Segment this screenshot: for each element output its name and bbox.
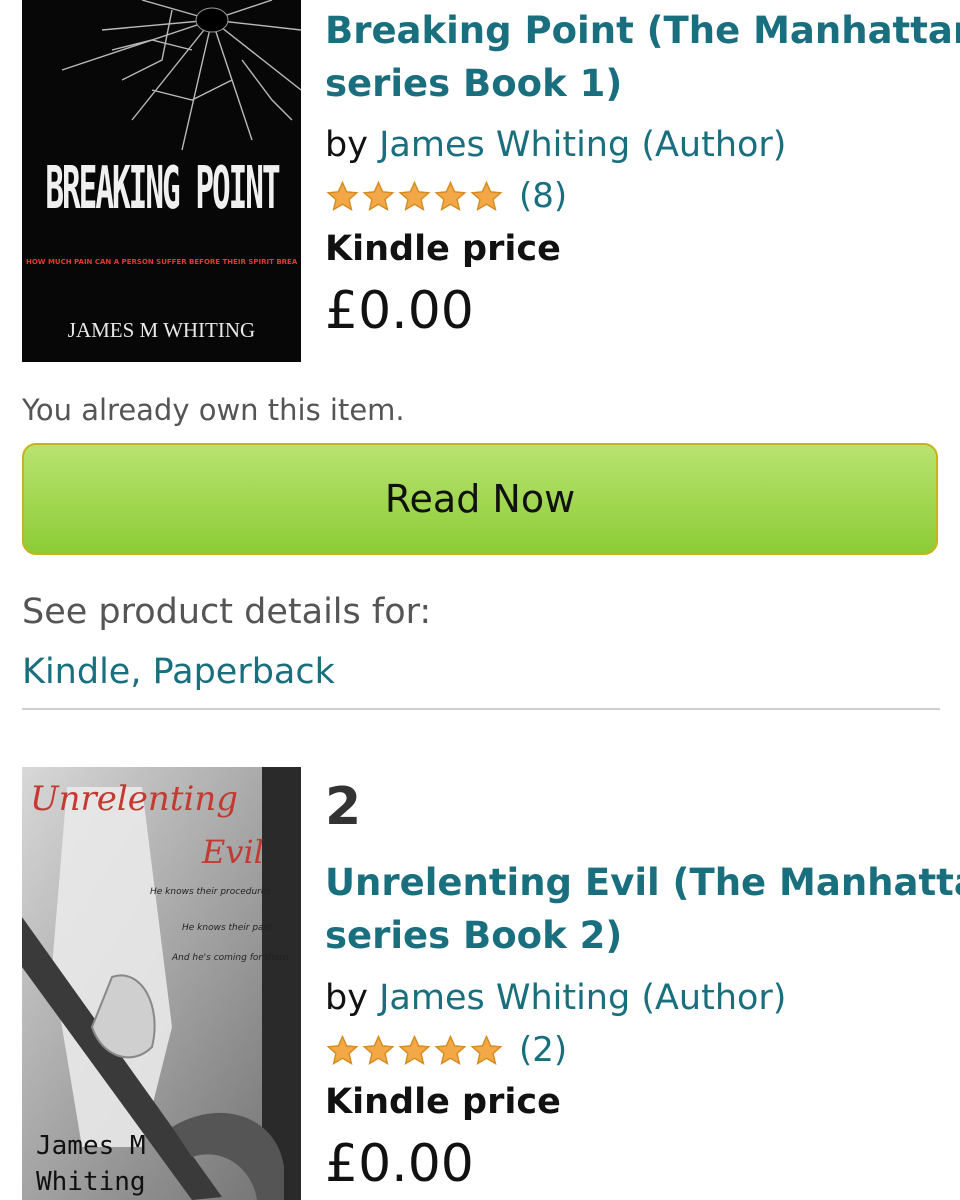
cover-author-line2: Whiting xyxy=(36,1167,146,1197)
read-now-button[interactable]: Read Now xyxy=(22,443,938,555)
by-prefix: by xyxy=(325,978,368,1018)
series-sequence-number: 2 xyxy=(325,777,362,837)
price-label: Kindle price xyxy=(325,1082,561,1122)
cover-blurb-3: And he's coming for them xyxy=(172,953,289,963)
star-icon xyxy=(434,180,467,211)
star-icon xyxy=(398,1034,431,1065)
star-icon xyxy=(326,180,359,211)
book-title-line1[interactable]: Unrelenting Evil (The Manhattan xyxy=(325,856,960,910)
book-cover-breaking-point[interactable]: BREAKING POINT HOW MUCH PAIN CAN A PERSO… xyxy=(22,0,301,362)
price-value: £0.00 xyxy=(325,1134,474,1194)
book-title-line2[interactable]: series Book 1) xyxy=(325,57,622,111)
cover-title-line2: Evil xyxy=(202,833,264,871)
rating-stars[interactable]: (2) xyxy=(325,1030,567,1070)
author-link[interactable]: James Whiting (Author) xyxy=(379,125,786,165)
rating-stars[interactable]: (8) xyxy=(325,176,567,216)
review-count[interactable]: (2) xyxy=(519,1030,567,1070)
cover-blurb-1: He knows their procedures xyxy=(150,887,272,897)
section-divider xyxy=(22,708,940,710)
formats-link[interactable]: Kindle, Paperback xyxy=(22,652,335,692)
star-icon xyxy=(326,1034,359,1065)
author-byline: by James Whiting (Author) xyxy=(325,122,786,168)
price-label: Kindle price xyxy=(325,229,561,269)
star-icon xyxy=(434,1034,467,1065)
cover-author: JAMES M WHITING xyxy=(67,318,256,342)
star-icon xyxy=(470,180,503,211)
review-count[interactable]: (8) xyxy=(519,176,567,216)
star-icon xyxy=(398,180,431,211)
cover-title-line1: Unrelenting xyxy=(30,779,239,819)
cover-tagline: HOW MUCH PAIN CAN A PERSON SUFFER BEFORE… xyxy=(26,258,297,266)
author-byline: by James Whiting (Author) xyxy=(325,975,786,1021)
by-prefix: by xyxy=(325,125,368,165)
star-icon xyxy=(470,1034,503,1065)
owned-notice: You already own this item. xyxy=(22,393,405,427)
read-now-label: Read Now xyxy=(384,477,576,521)
star-icon xyxy=(362,1034,395,1065)
author-link[interactable]: James Whiting (Author) xyxy=(379,978,786,1018)
star-icon xyxy=(362,180,395,211)
book-title-line1[interactable]: Breaking Point (The Manhattan xyxy=(325,4,960,58)
details-label: See product details for: xyxy=(22,592,432,632)
price-value: £0.00 xyxy=(325,281,474,341)
book-title-line2[interactable]: series Book 2) xyxy=(325,909,622,963)
cover-blurb-2: He knows their past xyxy=(182,923,272,933)
cover-author-line1: James M xyxy=(36,1131,146,1161)
book-cover-unrelenting-evil[interactable]: Unrelenting Evil He knows their procedur… xyxy=(22,767,301,1200)
cover-title: BREAKING POINT xyxy=(45,155,280,224)
